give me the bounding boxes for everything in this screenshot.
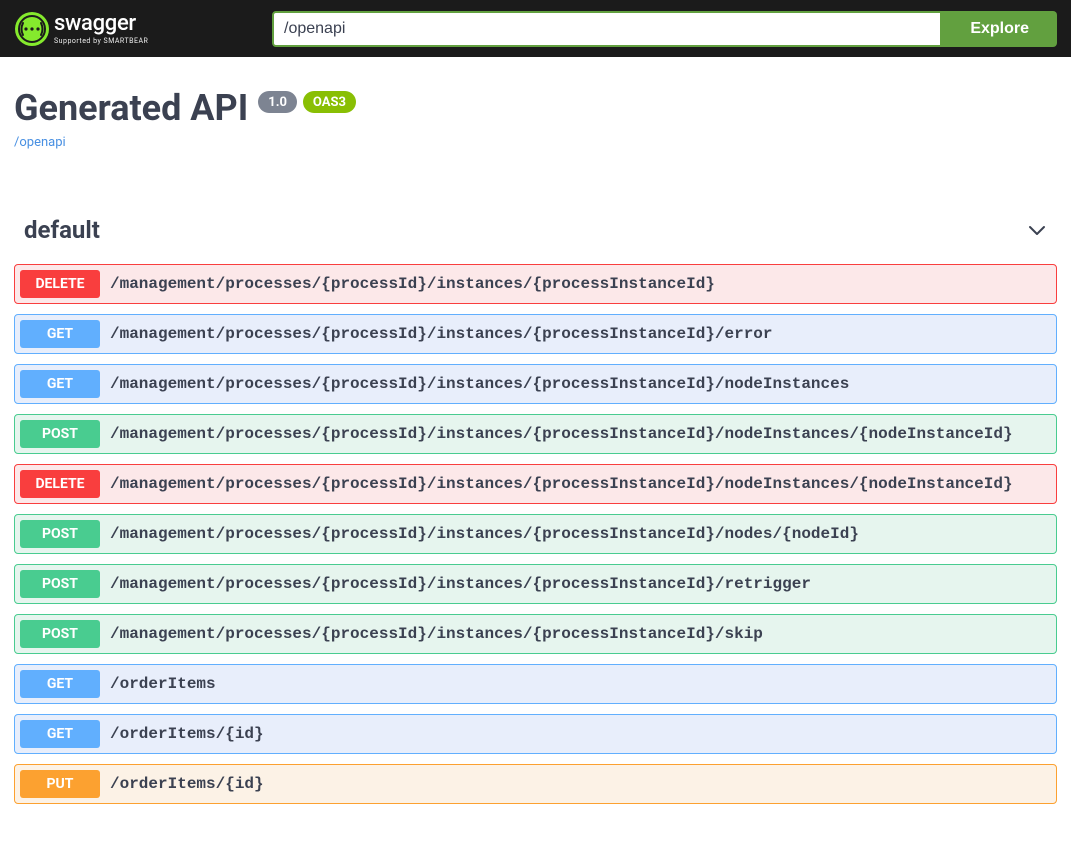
logo-text-main: swagger [54,13,148,35]
operation-row[interactable]: DELETE/management/processes/{processId}/… [14,264,1057,304]
spec-link[interactable]: /openapi [14,135,1057,150]
http-method-badge: DELETE [20,470,100,498]
http-method-badge: POST [20,620,100,648]
oas-badge: OAS3 [303,91,356,113]
operation-row[interactable]: POST/management/processes/{processId}/in… [14,514,1057,554]
http-method-badge: DELETE [20,270,100,298]
explore-button[interactable]: Explore [942,11,1057,47]
operation-row[interactable]: POST/management/processes/{processId}/in… [14,564,1057,604]
operation-path: /orderItems/{id} [110,775,264,793]
operation-path: /management/processes/{processId}/instan… [110,575,811,593]
operation-path: /orderItems/{id} [110,725,264,743]
version-badge: 1.0 [258,91,297,113]
operation-row[interactable]: POST/management/processes/{processId}/in… [14,414,1057,454]
http-method-badge: GET [20,370,100,398]
http-method-badge: POST [20,420,100,448]
operation-path: /management/processes/{processId}/instan… [110,525,859,543]
operation-path: /management/processes/{processId}/instan… [110,625,763,643]
tag-section: default DELETE/management/processes/{pro… [14,206,1057,804]
logo-text-sub: Supported by SMARTBEAR [54,37,148,45]
swagger-icon [14,11,50,47]
operation-row[interactable]: GET/management/processes/{processId}/ins… [14,314,1057,354]
spec-url-input[interactable] [272,11,942,47]
topbar: swagger Supported by SMARTBEAR Explore [0,0,1071,57]
operation-row[interactable]: GET/orderItems [14,664,1057,704]
operation-path: /orderItems [110,675,216,693]
api-title: Generated API [14,87,248,129]
operations-list: DELETE/management/processes/{processId}/… [14,264,1057,804]
operation-path: /management/processes/{processId}/instan… [110,275,715,293]
operation-row[interactable]: GET/orderItems/{id} [14,714,1057,754]
operation-path: /management/processes/{processId}/instan… [110,425,1013,443]
operation-row[interactable]: DELETE/management/processes/{processId}/… [14,464,1057,504]
tag-header[interactable]: default [14,206,1057,254]
http-method-badge: GET [20,670,100,698]
http-method-badge: PUT [20,770,100,798]
operation-row[interactable]: GET/management/processes/{processId}/ins… [14,364,1057,404]
http-method-badge: POST [20,570,100,598]
swagger-logo[interactable]: swagger Supported by SMARTBEAR [14,11,148,47]
operation-path: /management/processes/{processId}/instan… [110,375,849,393]
tag-name: default [24,216,100,244]
url-bar: Explore [272,11,1057,47]
http-method-badge: POST [20,520,100,548]
main-content: Generated API 1.0 OAS3 /openapi default … [0,57,1071,844]
http-method-badge: GET [20,320,100,348]
operation-path: /management/processes/{processId}/instan… [110,475,1013,493]
operation-row[interactable]: PUT/orderItems/{id} [14,764,1057,804]
chevron-down-icon [1027,220,1047,240]
http-method-badge: GET [20,720,100,748]
api-header: Generated API 1.0 OAS3 [14,87,1057,129]
operation-path: /management/processes/{processId}/instan… [110,325,773,343]
operation-row[interactable]: POST/management/processes/{processId}/in… [14,614,1057,654]
